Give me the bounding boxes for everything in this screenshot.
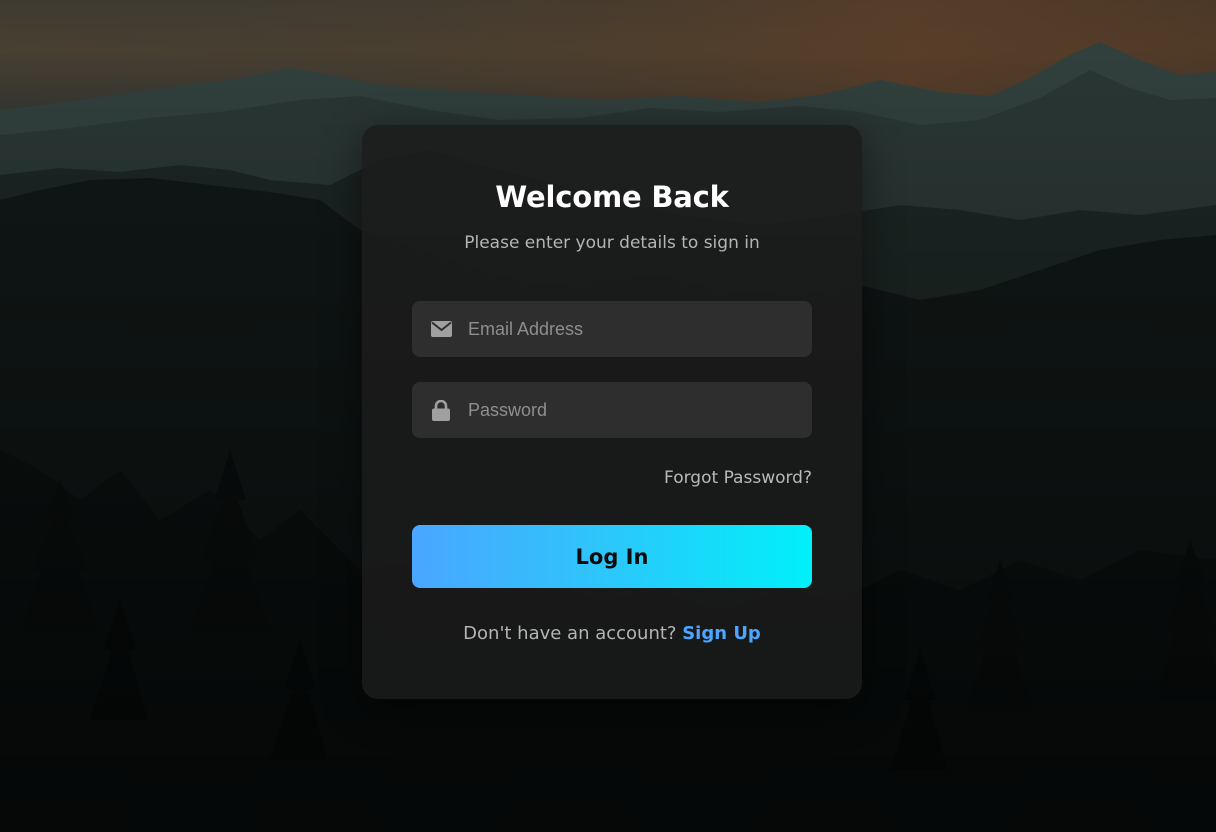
lock-icon [430,382,452,438]
page-title: Welcome Back [495,180,729,214]
page-subtitle: Please enter your details to sign in [464,233,760,253]
login-card: Welcome Back Please enter your details t… [362,125,862,699]
signup-prompt: Don't have an account? [463,623,677,644]
signup-link[interactable]: Sign Up [682,623,761,644]
password-field[interactable] [412,382,812,438]
forgot-password-link[interactable]: Forgot Password? [664,466,812,490]
email-field[interactable] [412,301,812,357]
email-input[interactable] [468,301,798,357]
password-input[interactable] [468,382,798,438]
envelope-icon [430,301,452,357]
login-button[interactable]: Log In [412,525,812,588]
signup-row: Don't have an account? Sign Up [362,621,862,647]
